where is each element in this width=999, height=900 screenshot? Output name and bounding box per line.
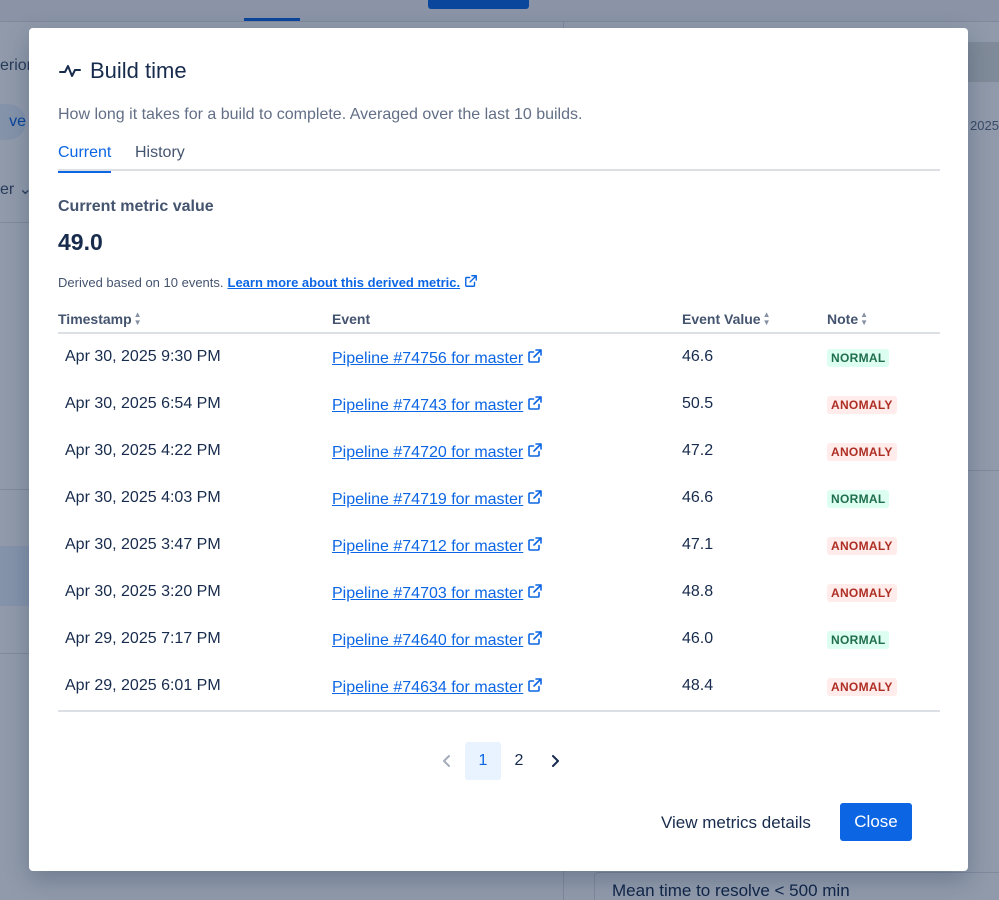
learn-more-link[interactable]: Learn more about this derived metric. [228, 275, 461, 290]
event-link-label[interactable]: Pipeline #74703 for master [332, 585, 523, 603]
event-link-label[interactable]: Pipeline #74756 for master [332, 350, 523, 368]
event-link[interactable]: Pipeline #74712 for master [332, 536, 543, 557]
event-link[interactable]: Pipeline #74743 for master [332, 395, 543, 416]
status-badge: NORMAL [827, 490, 890, 508]
status-badge: ANOMALY [827, 584, 897, 602]
metric-label: Current metric value [58, 198, 214, 215]
cell-timestamp: Apr 29, 2025 6:01 PM [65, 677, 221, 694]
sort-arrows-icon: ▲ ▼ [860, 310, 869, 327]
sort-arrows-icon: ▲ ▼ [133, 310, 142, 327]
column-header-label: Timestamp [58, 311, 132, 327]
status-badge: ANOMALY [827, 678, 897, 696]
column-header-event-value[interactable]: Event Value ▲ ▼ [682, 310, 771, 328]
table-row: Apr 29, 2025 6:01 PM Pipeline #74634 for … [58, 663, 940, 710]
table-row: Apr 29, 2025 7:17 PM Pipeline #74640 for … [58, 616, 940, 663]
activity-pulse-icon [58, 59, 82, 83]
event-link-label[interactable]: Pipeline #74720 for master [332, 444, 523, 462]
status-badge: ANOMALY [827, 537, 897, 555]
cell-timestamp: Apr 30, 2025 4:22 PM [65, 442, 221, 459]
page-button-2[interactable]: 2 [501, 742, 537, 780]
cell-event-value: 50.5 [682, 395, 714, 412]
cell-timestamp: Apr 30, 2025 9:30 PM [65, 348, 221, 365]
external-link-icon[interactable] [527, 442, 543, 463]
external-link-icon[interactable] [527, 395, 543, 416]
column-header-label: Event Value [682, 311, 761, 327]
chevron-left-icon[interactable] [429, 742, 465, 780]
event-link[interactable]: Pipeline #74640 for master [332, 630, 543, 651]
modal-title: Build time [90, 58, 187, 83]
status-badge: NORMAL [827, 349, 890, 367]
derived-text: Derived based on 10 events. [58, 275, 224, 290]
cell-timestamp: Apr 30, 2025 3:20 PM [65, 583, 221, 600]
cell-event-value: 47.1 [682, 536, 714, 553]
tab-history[interactable]: History [135, 144, 185, 171]
cell-timestamp: Apr 30, 2025 4:03 PM [65, 489, 221, 506]
event-link-label[interactable]: Pipeline #74712 for master [332, 538, 523, 556]
tab-current[interactable]: Current [58, 144, 112, 173]
cell-event-value: 46.0 [682, 630, 714, 647]
modal-header: Build time [58, 58, 187, 84]
cell-timestamp: Apr 29, 2025 7:17 PM [65, 630, 221, 647]
close-button[interactable]: Close [840, 803, 912, 841]
event-link-label[interactable]: Pipeline #74743 for master [332, 397, 523, 415]
column-header-timestamp[interactable]: Timestamp ▲ ▼ [58, 310, 142, 328]
table-body: Apr 30, 2025 9:30 PM Pipeline #74756 for … [58, 334, 940, 710]
event-link-label[interactable]: Pipeline #74634 for master [332, 679, 523, 697]
metric-value: 49.0 [58, 229, 103, 255]
external-link-icon[interactable] [527, 348, 543, 369]
column-header-note[interactable]: Note ▲ ▼ [827, 310, 869, 328]
sort-arrows-icon: ▲ ▼ [762, 310, 771, 327]
table-row: Apr 30, 2025 4:22 PM Pipeline #74720 for … [58, 428, 940, 475]
cell-event-value: 46.6 [682, 348, 714, 365]
event-link-label[interactable]: Pipeline #74640 for master [332, 632, 523, 650]
tab-list: Current History [58, 144, 940, 173]
cell-event-value: 48.8 [682, 583, 714, 600]
table-row: Apr 30, 2025 9:30 PM Pipeline #74756 for … [58, 334, 940, 381]
table-row: Apr 30, 2025 6:54 PM Pipeline #74743 for … [58, 381, 940, 428]
external-link-icon[interactable] [527, 489, 543, 510]
event-link[interactable]: Pipeline #74756 for master [332, 348, 543, 369]
status-badge: NORMAL [827, 631, 890, 649]
external-link-icon[interactable] [527, 536, 543, 557]
table-row: Apr 30, 2025 3:47 PM Pipeline #74712 for … [58, 522, 940, 569]
table-row: Apr 30, 2025 3:20 PM Pipeline #74703 for … [58, 569, 940, 616]
cell-event-value: 46.6 [682, 489, 714, 506]
build-time-modal: Build time How long it takes for a build… [29, 28, 968, 871]
status-badge: ANOMALY [827, 396, 897, 414]
cell-timestamp: Apr 30, 2025 6:54 PM [65, 395, 221, 412]
status-badge: ANOMALY [827, 443, 897, 461]
derived-note: Derived based on 10 events. Learn more a… [58, 274, 478, 291]
event-link[interactable]: Pipeline #74719 for master [332, 489, 543, 510]
column-header-event: Event [332, 311, 370, 327]
event-link[interactable]: Pipeline #74703 for master [332, 583, 543, 604]
external-link-icon[interactable] [527, 630, 543, 651]
events-table: Timestamp ▲ ▼ Event Event Value ▲ ▼ Note ▲… [58, 310, 940, 712]
view-metrics-details-button[interactable]: View metrics details [661, 813, 811, 833]
column-header-label: Note [827, 311, 859, 327]
event-link-label[interactable]: Pipeline #74719 for master [332, 491, 523, 509]
pagination: 1 2 [429, 742, 573, 780]
table-bottom-border [58, 710, 940, 712]
table-row: Apr 30, 2025 4:03 PM Pipeline #74719 for … [58, 475, 940, 522]
event-link[interactable]: Pipeline #74634 for master [332, 677, 543, 698]
column-header-label: Event [332, 311, 371, 327]
cell-event-value: 47.2 [682, 442, 714, 459]
modal-description: How long it takes for a build to complet… [58, 106, 583, 123]
cell-timestamp: Apr 30, 2025 3:47 PM [65, 536, 221, 553]
cell-event-value: 48.4 [682, 677, 714, 694]
external-link-icon[interactable] [527, 583, 543, 604]
page-button-1[interactable]: 1 [465, 742, 501, 780]
table-header: Timestamp ▲ ▼ Event Event Value ▲ ▼ Note ▲… [58, 310, 940, 334]
external-link-icon[interactable] [464, 274, 478, 291]
chevron-right-icon[interactable] [537, 742, 573, 780]
event-link[interactable]: Pipeline #74720 for master [332, 442, 543, 463]
external-link-icon[interactable] [527, 677, 543, 698]
